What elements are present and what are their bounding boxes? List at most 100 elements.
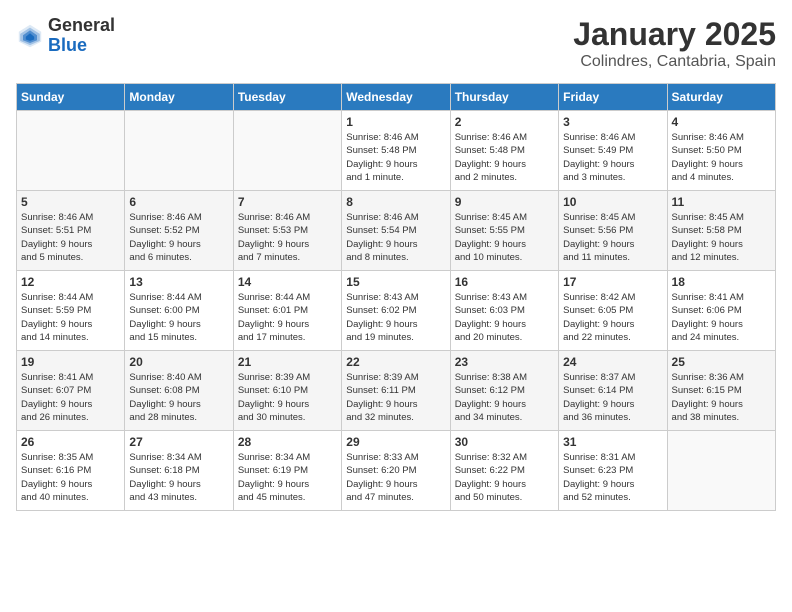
page-header: General Blue January 2025 Colindres, Can… xyxy=(16,16,776,71)
day-info: Sunrise: 8:37 AM Sunset: 6:14 PM Dayligh… xyxy=(563,371,662,424)
day-number: 31 xyxy=(563,435,662,449)
calendar-cell: 6 Sunrise: 8:46 AM Sunset: 5:52 PM Daylig… xyxy=(125,191,233,271)
day-number: 13 xyxy=(129,275,228,289)
calendar-cell xyxy=(125,111,233,191)
day-info: Sunrise: 8:34 AM Sunset: 6:19 PM Dayligh… xyxy=(238,451,337,504)
calendar-cell: 28 Sunrise: 8:34 AM Sunset: 6:19 PM Dayli… xyxy=(233,431,341,511)
day-number: 30 xyxy=(455,435,554,449)
calendar-cell xyxy=(233,111,341,191)
day-number: 18 xyxy=(672,275,771,289)
day-number: 29 xyxy=(346,435,445,449)
logo-icon xyxy=(16,22,44,50)
day-info: Sunrise: 8:32 AM Sunset: 6:22 PM Dayligh… xyxy=(455,451,554,504)
location-title: Colindres, Cantabria, Spain xyxy=(573,53,776,71)
calendar-cell: 5 Sunrise: 8:46 AM Sunset: 5:51 PM Daylig… xyxy=(17,191,125,271)
calendar-week-row: 1 Sunrise: 8:46 AM Sunset: 5:48 PM Daylig… xyxy=(17,111,776,191)
calendar-cell: 18 Sunrise: 8:41 AM Sunset: 6:06 PM Dayli… xyxy=(667,271,775,351)
day-info: Sunrise: 8:44 AM Sunset: 6:00 PM Dayligh… xyxy=(129,291,228,344)
day-number: 15 xyxy=(346,275,445,289)
calendar-cell: 21Sunrise: 8:39 AM Sunset: 6:10 PM Dayli… xyxy=(233,351,341,431)
day-info: Sunrise: 8:46 AM Sunset: 5:52 PM Dayligh… xyxy=(129,211,228,264)
day-info: Sunrise: 8:42 AM Sunset: 6:05 PM Dayligh… xyxy=(563,291,662,344)
day-info: Sunrise: 8:33 AM Sunset: 6:20 PM Dayligh… xyxy=(346,451,445,504)
day-info: Sunrise: 8:41 AM Sunset: 6:06 PM Dayligh… xyxy=(672,291,771,344)
logo-general-text: General xyxy=(48,16,115,36)
day-number: 3 xyxy=(563,115,662,129)
logo-blue-text: Blue xyxy=(48,36,115,56)
day-number: 27 xyxy=(129,435,228,449)
day-info: Sunrise: 8:35 AM Sunset: 6:16 PM Dayligh… xyxy=(21,451,120,504)
day-info: Sunrise: 8:46 AM Sunset: 5:51 PM Dayligh… xyxy=(21,211,120,264)
calendar-cell: 2Sunrise: 8:46 AM Sunset: 5:48 PM Daylig… xyxy=(450,111,558,191)
calendar-week-row: 26 Sunrise: 8:35 AM Sunset: 6:16 PM Dayli… xyxy=(17,431,776,511)
calendar-cell: 15Sunrise: 8:43 AM Sunset: 6:02 PM Dayli… xyxy=(342,271,450,351)
day-number: 6 xyxy=(129,195,228,209)
calendar-cell: 30 Sunrise: 8:32 AM Sunset: 6:22 PM Dayli… xyxy=(450,431,558,511)
logo-text: General Blue xyxy=(48,16,115,56)
calendar-cell: 17 Sunrise: 8:42 AM Sunset: 6:05 PM Dayli… xyxy=(559,271,667,351)
weekday-header-tuesday: Tuesday xyxy=(233,84,341,111)
calendar-week-row: 12Sunrise: 8:44 AM Sunset: 5:59 PM Dayli… xyxy=(17,271,776,351)
day-info: Sunrise: 8:38 AM Sunset: 6:12 PM Dayligh… xyxy=(455,371,554,424)
day-number: 1 xyxy=(346,115,445,129)
day-info: Sunrise: 8:44 AM Sunset: 6:01 PM Dayligh… xyxy=(238,291,337,344)
day-number: 17 xyxy=(563,275,662,289)
calendar-week-row: 5 Sunrise: 8:46 AM Sunset: 5:51 PM Daylig… xyxy=(17,191,776,271)
calendar-cell: 29 Sunrise: 8:33 AM Sunset: 6:20 PM Dayli… xyxy=(342,431,450,511)
calendar-cell xyxy=(17,111,125,191)
day-info: Sunrise: 8:44 AM Sunset: 5:59 PM Dayligh… xyxy=(21,291,120,344)
weekday-header-row: SundayMondayTuesdayWednesdayThursdayFrid… xyxy=(17,84,776,111)
day-info: Sunrise: 8:45 AM Sunset: 5:58 PM Dayligh… xyxy=(672,211,771,264)
weekday-header-friday: Friday xyxy=(559,84,667,111)
day-info: Sunrise: 8:46 AM Sunset: 5:50 PM Dayligh… xyxy=(672,131,771,184)
calendar-cell: 19 Sunrise: 8:41 AM Sunset: 6:07 PM Dayli… xyxy=(17,351,125,431)
day-number: 24 xyxy=(563,355,662,369)
calendar-cell: 1 Sunrise: 8:46 AM Sunset: 5:48 PM Daylig… xyxy=(342,111,450,191)
calendar-cell: 12Sunrise: 8:44 AM Sunset: 5:59 PM Dayli… xyxy=(17,271,125,351)
calendar-cell: 8 Sunrise: 8:46 AM Sunset: 5:54 PM Daylig… xyxy=(342,191,450,271)
day-number: 11 xyxy=(672,195,771,209)
day-number: 25 xyxy=(672,355,771,369)
day-number: 8 xyxy=(346,195,445,209)
calendar-cell: 23 Sunrise: 8:38 AM Sunset: 6:12 PM Dayli… xyxy=(450,351,558,431)
weekday-header-thursday: Thursday xyxy=(450,84,558,111)
day-info: Sunrise: 8:41 AM Sunset: 6:07 PM Dayligh… xyxy=(21,371,120,424)
day-number: 9 xyxy=(455,195,554,209)
day-number: 22 xyxy=(346,355,445,369)
day-info: Sunrise: 8:45 AM Sunset: 5:56 PM Dayligh… xyxy=(563,211,662,264)
calendar-cell: 22 Sunrise: 8:39 AM Sunset: 6:11 PM Dayli… xyxy=(342,351,450,431)
day-info: Sunrise: 8:46 AM Sunset: 5:54 PM Dayligh… xyxy=(346,211,445,264)
weekday-header-wednesday: Wednesday xyxy=(342,84,450,111)
day-number: 7 xyxy=(238,195,337,209)
calendar-cell: 14 Sunrise: 8:44 AM Sunset: 6:01 PM Dayli… xyxy=(233,271,341,351)
calendar-cell: 9 Sunrise: 8:45 AM Sunset: 5:55 PM Daylig… xyxy=(450,191,558,271)
title-block: January 2025 Colindres, Cantabria, Spain xyxy=(573,16,776,71)
day-info: Sunrise: 8:46 AM Sunset: 5:48 PM Dayligh… xyxy=(346,131,445,184)
day-info: Sunrise: 8:46 AM Sunset: 5:53 PM Dayligh… xyxy=(238,211,337,264)
calendar-cell xyxy=(667,431,775,511)
calendar-cell: 4Sunrise: 8:46 AM Sunset: 5:50 PM Daylig… xyxy=(667,111,775,191)
day-number: 5 xyxy=(21,195,120,209)
day-number: 26 xyxy=(21,435,120,449)
day-info: Sunrise: 8:46 AM Sunset: 5:49 PM Dayligh… xyxy=(563,131,662,184)
calendar-cell: 13 Sunrise: 8:44 AM Sunset: 6:00 PM Dayli… xyxy=(125,271,233,351)
month-title: January 2025 xyxy=(573,16,776,53)
day-number: 19 xyxy=(21,355,120,369)
day-number: 28 xyxy=(238,435,337,449)
day-number: 16 xyxy=(455,275,554,289)
calendar-cell: 25Sunrise: 8:36 AM Sunset: 6:15 PM Dayli… xyxy=(667,351,775,431)
day-info: Sunrise: 8:34 AM Sunset: 6:18 PM Dayligh… xyxy=(129,451,228,504)
calendar-cell: 24 Sunrise: 8:37 AM Sunset: 6:14 PM Dayli… xyxy=(559,351,667,431)
day-number: 20 xyxy=(129,355,228,369)
weekday-header-sunday: Sunday xyxy=(17,84,125,111)
weekday-header-saturday: Saturday xyxy=(667,84,775,111)
day-number: 21 xyxy=(238,355,337,369)
day-number: 10 xyxy=(563,195,662,209)
day-info: Sunrise: 8:45 AM Sunset: 5:55 PM Dayligh… xyxy=(455,211,554,264)
day-info: Sunrise: 8:43 AM Sunset: 6:03 PM Dayligh… xyxy=(455,291,554,344)
calendar-cell: 11 Sunrise: 8:45 AM Sunset: 5:58 PM Dayli… xyxy=(667,191,775,271)
day-info: Sunrise: 8:39 AM Sunset: 6:11 PM Dayligh… xyxy=(346,371,445,424)
day-number: 14 xyxy=(238,275,337,289)
day-number: 23 xyxy=(455,355,554,369)
day-number: 2 xyxy=(455,115,554,129)
